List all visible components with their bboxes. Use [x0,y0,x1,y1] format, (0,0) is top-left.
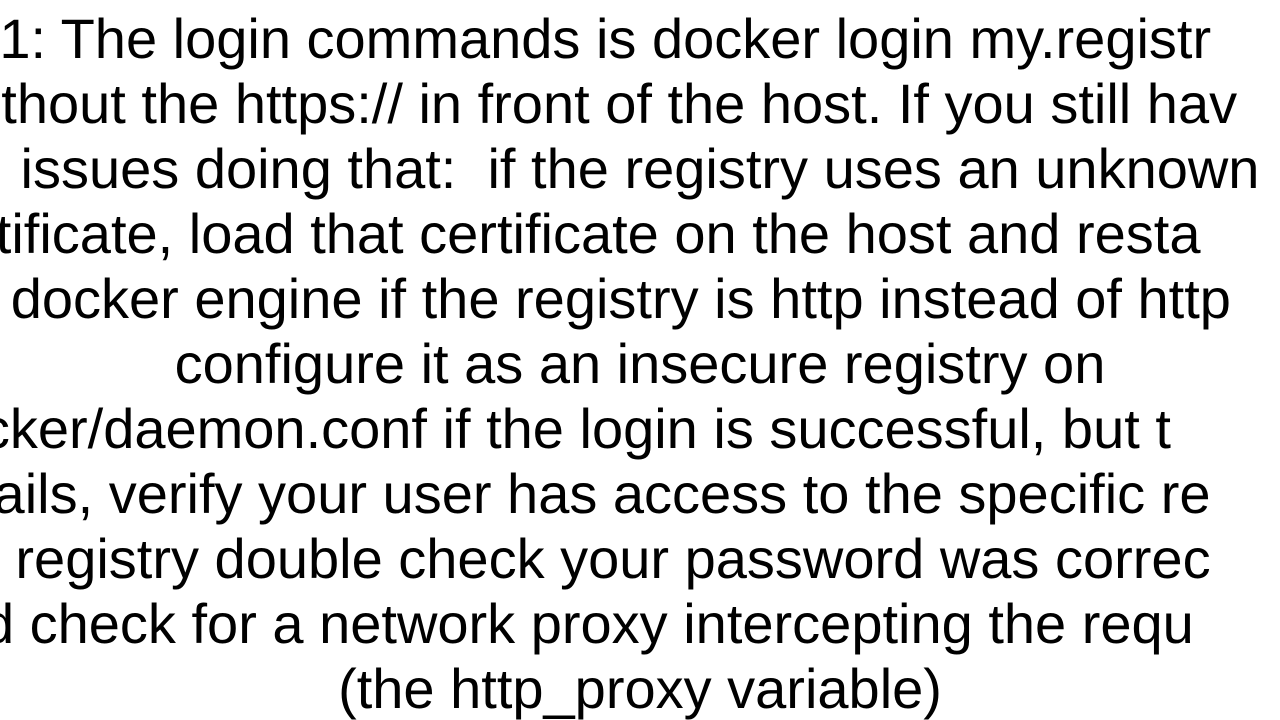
body-text-line: issues doing that: if the registry uses … [0,136,1280,201]
body-text-line: the registry double check your password … [0,526,1211,591]
body-text-line: e docker engine if the registry is http … [0,266,1231,331]
body-text-line: configure it as an insecure registry on [0,331,1280,396]
body-text-line: ered check for a network proxy intercept… [0,591,1194,656]
body-text-line: certificate, load that certificate on th… [0,201,1201,266]
body-text-line: er 1: The login commands is docker login… [0,6,1211,71]
body-text-line: l fails, verify your user has access to … [0,461,1211,526]
body-text-line: /docker/daemon.conf if the login is succ… [0,396,1171,461]
document-viewport: er 1: The login commands is docker login… [0,0,1280,720]
body-text-line: Without the https:// in front of the hos… [0,71,1237,136]
body-text-line: (the http_proxy variable) [0,656,1280,720]
